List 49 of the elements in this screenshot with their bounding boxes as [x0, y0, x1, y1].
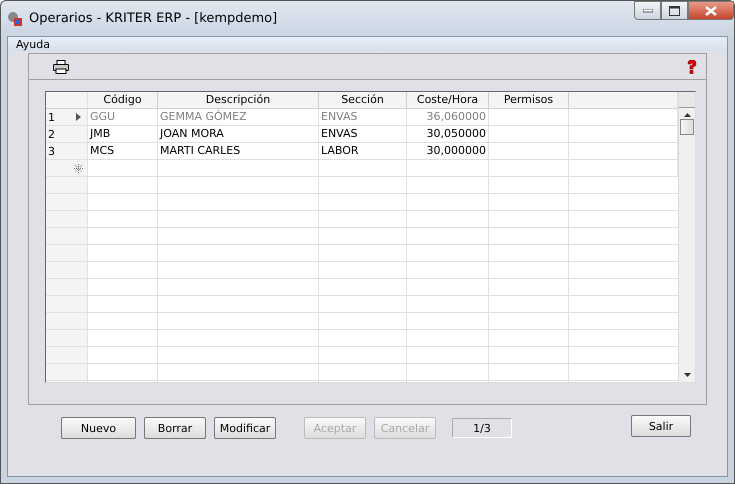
row-number: 2 [48, 128, 55, 140]
maximize-icon [669, 6, 680, 16]
column-header[interactable]: Descripción [158, 92, 319, 108]
row-pointer-icon [76, 113, 81, 121]
minimize-button[interactable] [634, 1, 661, 20]
row-number: 1 [48, 110, 55, 124]
close-button[interactable] [688, 1, 734, 20]
app-icon [7, 10, 23, 26]
table-cell: 36,060000 [426, 110, 486, 123]
table-cell: 30,000000 [426, 144, 486, 157]
action-button[interactable]: Borrar [144, 417, 206, 439]
table-cell: LABOR [321, 144, 359, 157]
minimize-icon [642, 8, 652, 12]
help-icon[interactable] [686, 60, 698, 74]
table-row[interactable]: 1 GGU GEMMA GÓMEZ ENVAS 36,060000 [46, 109, 678, 126]
table-cell: JMB [90, 127, 110, 140]
table-cell: ENVAS [321, 127, 358, 140]
scrollbar-corner [679, 92, 695, 108]
table-cell: GEMMA GÓMEZ [160, 110, 247, 123]
close-icon [705, 6, 717, 16]
new-row-icon [74, 164, 83, 172]
table-row[interactable]: 3 MCS MARTI CARLES LABOR 30,000000 [46, 143, 678, 160]
row-header[interactable]: 1 [46, 109, 88, 125]
row-header[interactable]: 2 [46, 126, 88, 142]
table-row[interactable]: 2 JMB JOAN MORA ENVAS 30,050000 [46, 126, 678, 143]
column-header[interactable]: Código [88, 92, 158, 108]
exit-button[interactable]: Salir [631, 415, 691, 437]
maximize-button[interactable] [661, 1, 688, 20]
menu-item[interactable]: Ayuda [16, 38, 50, 50]
scroll-up-icon[interactable] [684, 113, 690, 117]
column-header[interactable]: Permisos [489, 92, 569, 108]
table-cell: JOAN MORA [160, 127, 224, 140]
record-counter: 1/3 [473, 422, 491, 434]
table-cell: MCS [90, 144, 114, 157]
table-cell: MARTI CARLES [160, 144, 240, 157]
column-header[interactable]: Coste/Hora [407, 92, 489, 108]
scroll-thumb[interactable] [680, 119, 694, 135]
window-title: Operarios - KRITER ERP - [kempdemo] [29, 11, 278, 26]
action-button[interactable]: Nuevo [61, 417, 136, 439]
action-button[interactable]: Modificar [214, 417, 276, 439]
table-cell: ENVAS [321, 110, 358, 123]
scrollbar[interactable] [678, 92, 695, 382]
scroll-down-icon[interactable] [684, 373, 690, 377]
table-cell: GGU [90, 110, 116, 123]
printer-icon[interactable] [53, 60, 69, 74]
table-cell: 30,050000 [426, 127, 486, 140]
row-header[interactable]: 3 [46, 143, 88, 159]
row-number: 3 [48, 144, 55, 158]
column-header[interactable]: Sección [319, 92, 407, 108]
